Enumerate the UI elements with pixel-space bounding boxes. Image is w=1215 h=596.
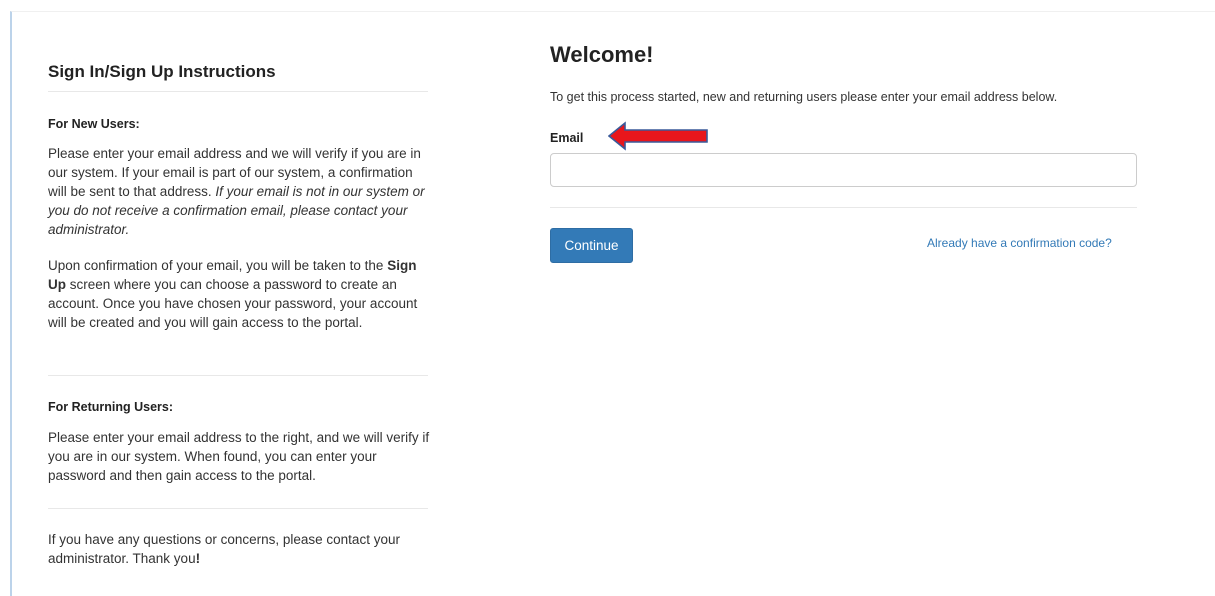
welcome-title: Welcome! bbox=[550, 42, 654, 67]
new-users-p2-after: screen where you can choose a password t… bbox=[48, 277, 418, 330]
thank-you-exclamation: ! bbox=[195, 551, 201, 566]
email-input[interactable] bbox=[550, 153, 1137, 187]
returning-users-paragraph: Please enter your email address to the r… bbox=[48, 430, 430, 483]
contact-admin-paragraph: If you have any questions or concerns, p… bbox=[48, 530, 430, 568]
new-users-paragraph-1: Please enter your email address and we w… bbox=[48, 144, 430, 239]
contact-admin-text: If you have any questions or concerns, p… bbox=[48, 532, 400, 566]
divider bbox=[48, 375, 428, 376]
new-users-p2-before: Upon confirmation of your email, you wil… bbox=[48, 258, 388, 273]
form-divider bbox=[550, 207, 1137, 208]
red-arrow-icon bbox=[608, 121, 708, 151]
divider bbox=[48, 91, 428, 92]
returning-users-heading: For Returning Users: bbox=[48, 400, 174, 414]
new-users-heading: For New Users: bbox=[48, 117, 140, 131]
instructions-title: Sign In/Sign Up Instructions bbox=[48, 62, 276, 81]
continue-button[interactable]: Continue bbox=[550, 228, 633, 263]
divider bbox=[48, 508, 428, 509]
new-users-paragraph-2: Upon confirmation of your email, you wil… bbox=[48, 256, 430, 332]
confirmation-code-link[interactable]: Already have a confirmation code? bbox=[927, 236, 1112, 250]
welcome-description: To get this process started, new and ret… bbox=[550, 90, 1058, 104]
email-label: Email bbox=[550, 131, 584, 145]
